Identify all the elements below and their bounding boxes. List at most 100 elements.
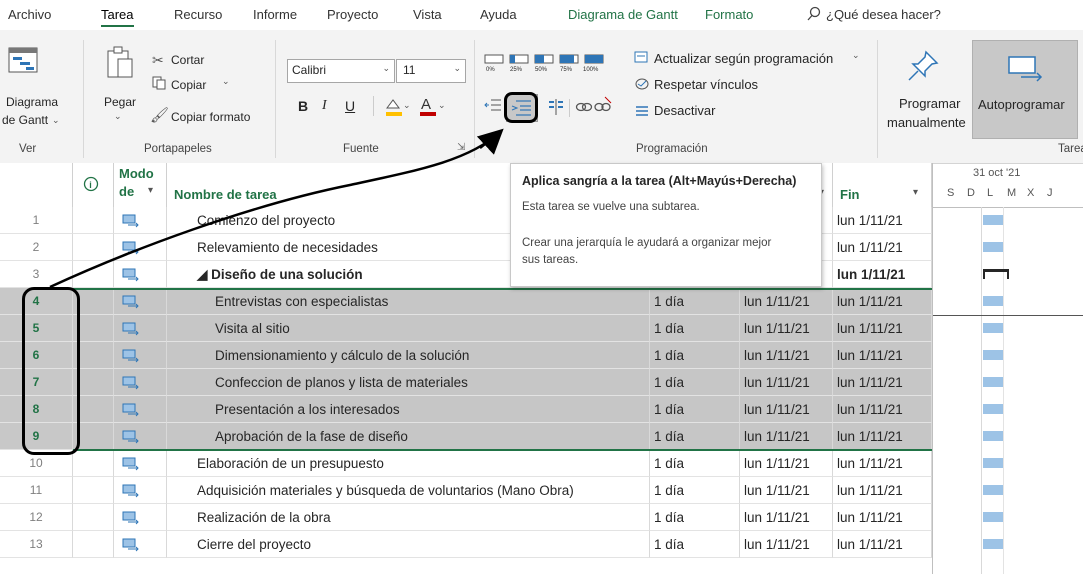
duration-cell[interactable]: 1 día xyxy=(650,315,740,342)
mode-cell[interactable] xyxy=(114,423,167,450)
dialog-launcher-icon[interactable]: ⇲ xyxy=(457,142,465,153)
task-bar[interactable] xyxy=(983,431,1003,441)
duration-cell[interactable]: 1 día xyxy=(650,288,740,315)
end-cell[interactable]: lun 1/11/21 xyxy=(833,450,932,477)
mode-cell[interactable] xyxy=(114,531,167,558)
bold-button[interactable]: B xyxy=(298,98,308,114)
task-bar[interactable] xyxy=(983,377,1003,387)
duration-cell[interactable]: 1 día xyxy=(650,369,740,396)
chevron-down-icon[interactable]: ⌄ xyxy=(114,111,122,122)
indicator-cell[interactable] xyxy=(73,207,114,234)
end-header[interactable]: Fin ▾ xyxy=(833,163,932,207)
indicator-cell[interactable] xyxy=(73,450,114,477)
duration-cell[interactable]: 1 día xyxy=(650,531,740,558)
task-name-cell[interactable]: Elaboración de un presupuesto xyxy=(167,450,650,477)
mode-cell[interactable] xyxy=(114,315,167,342)
outdent-icon[interactable] xyxy=(483,96,503,119)
start-cell[interactable]: lun 1/11/21 xyxy=(740,288,833,315)
split-task-icon[interactable] xyxy=(547,98,565,119)
gantt-view-label1[interactable]: Diagrama xyxy=(6,95,58,109)
italic-button[interactable]: I xyxy=(322,98,327,114)
table-row[interactable]: 9 Aprobación de la fase de diseño 1 día lun… xyxy=(0,423,932,450)
fill-color-icon[interactable]: ⌄ xyxy=(383,96,411,121)
start-cell[interactable]: lun 1/11/21 xyxy=(740,369,833,396)
duration-cell[interactable]: 1 día xyxy=(650,423,740,450)
row-number[interactable]: 13 xyxy=(0,531,73,558)
end-cell[interactable]: lun 1/11/21 xyxy=(833,315,932,342)
start-cell[interactable]: lun 1/11/21 xyxy=(740,477,833,504)
indicator-cell[interactable] xyxy=(73,261,114,288)
indicator-cell[interactable] xyxy=(73,531,114,558)
copy-format-button[interactable]: Copiar formato xyxy=(171,110,250,124)
end-cell[interactable]: lun 1/11/21 xyxy=(833,477,932,504)
start-cell[interactable]: lun 1/11/21 xyxy=(740,531,833,558)
update-schedule-button[interactable]: Actualizar según programación xyxy=(654,51,833,66)
row-number[interactable]: 2 xyxy=(0,234,73,261)
pct-25-button[interactable]: 25% xyxy=(510,67,522,73)
start-cell[interactable]: lun 1/11/21 xyxy=(740,342,833,369)
tab-tarea[interactable]: Tarea xyxy=(101,7,134,27)
tab-diagrama-gantt[interactable]: Diagrama de Gantt xyxy=(568,7,678,22)
manual-schedule-label2[interactable]: manualmente xyxy=(887,115,966,130)
end-cell[interactable]: lun 1/11/21 xyxy=(833,369,932,396)
task-name-cell[interactable]: Aprobación de la fase de diseño xyxy=(167,423,650,450)
duration-cell[interactable]: 1 día xyxy=(650,342,740,369)
tell-me-input[interactable]: ¿Qué desea hacer? xyxy=(826,7,941,22)
task-bar[interactable] xyxy=(983,323,1003,333)
mode-cell[interactable] xyxy=(114,504,167,531)
summary-bar[interactable] xyxy=(983,269,1009,279)
font-color-icon[interactable]: A ⌄ xyxy=(418,94,448,121)
table-row[interactable]: 5 Visita al sitio 1 día lun 1/11/21 lun 1/11… xyxy=(0,315,932,342)
auto-schedule-button[interactable]: Autoprogramar xyxy=(972,40,1078,139)
end-cell[interactable]: lun 1/11/21 xyxy=(833,531,932,558)
task-bar[interactable] xyxy=(983,485,1003,495)
copy-button[interactable]: Copiar xyxy=(171,78,206,92)
row-number[interactable]: 1 xyxy=(0,207,73,234)
tab-informe[interactable]: Informe xyxy=(253,7,297,22)
end-cell[interactable]: lun 1/11/21 xyxy=(833,423,932,450)
pct-75-button[interactable]: 75% xyxy=(560,67,572,73)
gantt-view-label2[interactable]: de Gantt xyxy=(2,113,48,127)
mode-cell[interactable] xyxy=(114,369,167,396)
task-name-cell[interactable]: Cierre del proyecto xyxy=(167,531,650,558)
tab-archivo[interactable]: Archivo xyxy=(8,7,51,22)
task-bar[interactable] xyxy=(983,296,1003,306)
end-cell[interactable]: lun 1/11/21 xyxy=(833,234,932,261)
mode-cell[interactable] xyxy=(114,342,167,369)
duration-cell[interactable]: 1 día xyxy=(650,504,740,531)
tab-recurso[interactable]: Recurso xyxy=(174,7,222,22)
row-number[interactable]: 11 xyxy=(0,477,73,504)
mode-cell[interactable] xyxy=(114,207,167,234)
paste-icon[interactable] xyxy=(106,45,134,82)
task-name-cell[interactable]: Dimensionamiento y cálculo de la solució… xyxy=(167,342,650,369)
start-cell[interactable]: lun 1/11/21 xyxy=(740,504,833,531)
task-name-cell[interactable]: Confeccion de planos y lista de material… xyxy=(167,369,650,396)
underline-button[interactable]: U xyxy=(345,98,355,114)
end-cell[interactable]: lun 1/11/21 xyxy=(833,342,932,369)
start-cell[interactable]: lun 1/11/21 xyxy=(740,450,833,477)
pct-100-button[interactable]: 100% xyxy=(583,67,598,73)
paste-button[interactable]: Pegar xyxy=(104,95,136,109)
indicator-cell[interactable] xyxy=(73,234,114,261)
task-bar[interactable] xyxy=(983,512,1003,522)
chevron-down-icon[interactable]: ⌄ xyxy=(52,115,60,126)
tab-ayuda[interactable]: Ayuda xyxy=(480,7,517,22)
table-row[interactable]: 11 Adquisición materiales y búsqueda de v… xyxy=(0,477,932,504)
chevron-down-icon[interactable]: ⌄ xyxy=(852,50,860,61)
task-name-cell[interactable]: Visita al sitio xyxy=(167,315,650,342)
table-row[interactable]: 4 Entrevistas con especialistas 1 día lun 1… xyxy=(0,288,932,315)
task-bar[interactable] xyxy=(983,539,1003,549)
end-cell[interactable]: lun 1/11/21 xyxy=(833,207,932,234)
task-name-cell[interactable]: Realización de la obra xyxy=(167,504,650,531)
mode-cell[interactable] xyxy=(114,450,167,477)
table-row[interactable]: 10 Elaboración de un presupuesto 1 día lun … xyxy=(0,450,932,477)
mode-header[interactable]: Modo de ▾ xyxy=(114,163,167,207)
link-tasks-icon[interactable] xyxy=(575,98,593,119)
task-bar[interactable] xyxy=(983,215,1003,225)
unlink-tasks-icon[interactable] xyxy=(593,95,613,118)
mode-cell[interactable] xyxy=(114,234,167,261)
task-bar[interactable] xyxy=(983,350,1003,360)
mode-cell[interactable] xyxy=(114,261,167,288)
duration-cell[interactable]: 1 día xyxy=(650,396,740,423)
tab-proyecto[interactable]: Proyecto xyxy=(327,7,378,22)
